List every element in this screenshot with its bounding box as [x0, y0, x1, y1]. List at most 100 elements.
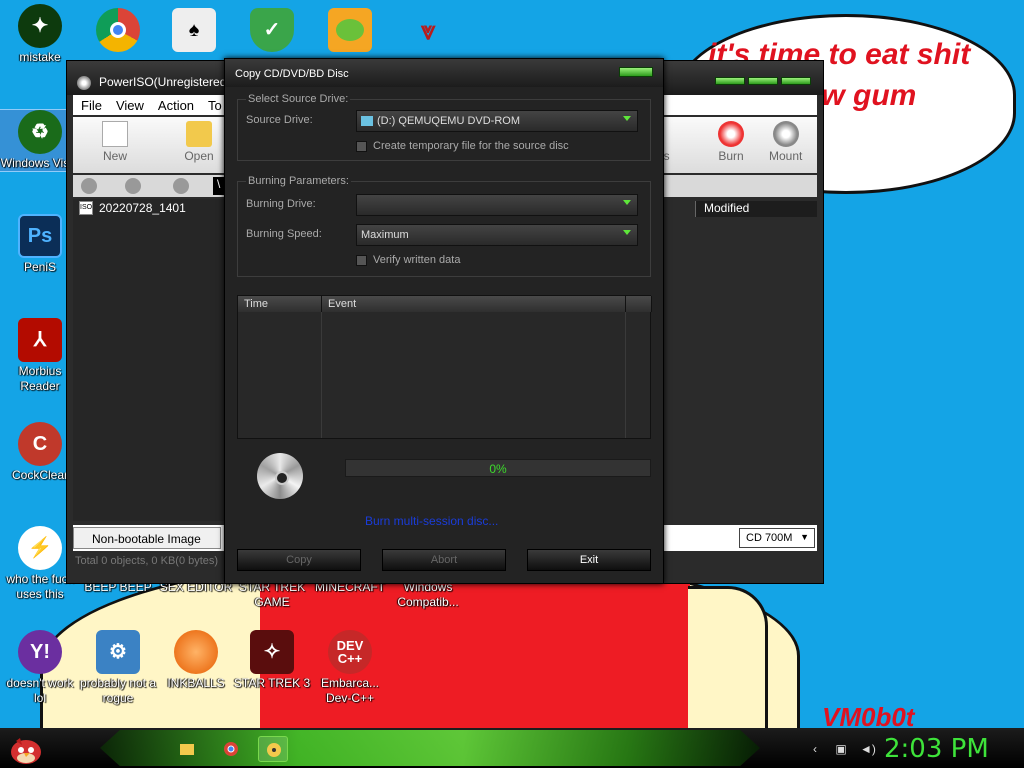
temp-file-label: Create temporary file for the source dis…: [373, 140, 569, 152]
source-group-title: Select Source Drive:: [246, 93, 351, 105]
burn-disc-icon: [718, 121, 744, 147]
capacity-select[interactable]: CD 700M: [739, 528, 815, 548]
abort-button[interactable]: Abort: [382, 549, 506, 571]
taskbar-clock[interactable]: 2:03 PM: [884, 734, 989, 764]
mount-button[interactable]: Mount: [769, 121, 817, 163]
desktop-icon-yahoo[interactable]: Y! doesn't work lol: [0, 630, 80, 706]
verify-checkbox[interactable]: Verify written data: [356, 254, 460, 266]
menu-tools[interactable]: To: [208, 98, 222, 113]
checkbox-box: [356, 254, 367, 266]
mount-label: Mount: [769, 149, 803, 163]
desktop-icon-label: Windows Compatib...: [397, 580, 459, 609]
multisession-link[interactable]: Burn multi-session disc...: [365, 514, 498, 528]
network-icon[interactable]: ▣: [834, 742, 848, 756]
wallpaper-leg: [688, 586, 768, 736]
desktop-icon-label: Morbius Reader: [18, 364, 62, 393]
minimize-button[interactable]: [715, 77, 745, 85]
desktop-icon-label: doesn't work lol: [6, 676, 74, 705]
desktop-icon-label: STAR TREK GAME: [238, 580, 306, 609]
mount-icon: [773, 121, 799, 147]
log-column-event[interactable]: Event: [322, 296, 626, 312]
temp-file-checkbox[interactable]: Create temporary file for the source dis…: [356, 140, 569, 152]
desktop-icon-chrome[interactable]: [78, 8, 158, 54]
poweriso-title: PowerISO(Unregistered c: [99, 75, 236, 89]
taskbar: ‹ ▣ ◄) 2:03 PM: [0, 728, 1024, 768]
desktop-icon-label: INKBALLS: [167, 676, 225, 690]
chevron-down-icon: [623, 116, 631, 121]
menu-view[interactable]: View: [116, 98, 144, 113]
desktop-icon-devcpp[interactable]: DEV C++ Embarca... Dev-C++: [310, 630, 390, 706]
copy-disc-dialog: Copy CD/DVD/BD Disc Select Source Drive:…: [224, 58, 664, 584]
back-icon[interactable]: [81, 178, 97, 194]
chrome-icon: [224, 742, 238, 756]
status-bar: Total 0 objects, 0 KB(0 bytes): [75, 555, 219, 567]
tree-item[interactable]: ISO 20220728_1401: [79, 201, 225, 215]
log-time-column: [238, 312, 322, 438]
new-file-icon: [102, 121, 128, 147]
exit-button[interactable]: Exit: [527, 549, 651, 571]
recycle-bin-icon: ♻: [18, 110, 62, 154]
chevron-down-icon: [623, 230, 631, 235]
forward-icon[interactable]: [125, 178, 141, 194]
photoshop-icon: Ps: [18, 214, 62, 258]
volume-icon[interactable]: ◄): [860, 742, 876, 756]
desktop-icon-star-trek-3[interactable]: ✧ STAR TREK 3: [232, 630, 312, 691]
dialog-close-button[interactable]: [619, 67, 653, 77]
up-folder-icon[interactable]: [173, 178, 189, 194]
system-tray: ‹ ▣ ◄): [808, 742, 876, 756]
desktop-icon-mistake[interactable]: ✦ mistake: [0, 4, 80, 65]
ccleaner-icon: C: [18, 422, 62, 466]
log-column-time[interactable]: Time: [238, 296, 322, 312]
burning-speed-select[interactable]: Maximum: [356, 224, 638, 246]
chevron-down-icon: [623, 200, 631, 205]
taskbar-explorer[interactable]: [172, 736, 202, 762]
new-label: New: [102, 149, 127, 163]
burn-button[interactable]: Burn: [701, 121, 761, 163]
angry-bird-icon: [11, 738, 41, 764]
desktop-icon-label: Embarca... Dev-C++: [320, 676, 380, 705]
desktop-icon-bad-piggies[interactable]: [310, 8, 390, 54]
desktop-icon-solitaire[interactable]: ♠: [154, 8, 234, 54]
desktop-icon-label: mistake: [19, 50, 61, 64]
open-button[interactable]: Open: [169, 121, 229, 163]
burning-drive-select[interactable]: [356, 194, 638, 216]
inkball-icon: [174, 630, 218, 674]
desktop-icon-label: who the fuck uses this: [6, 572, 74, 601]
desktop-icon-windows-compat[interactable]: Windows Compatib...: [388, 580, 468, 610]
source-drive-select[interactable]: (D:) QEMUQEMU DVD-ROM: [356, 110, 638, 132]
start-button[interactable]: [6, 732, 46, 766]
close-button[interactable]: [781, 77, 811, 85]
desktop-icon-star-trek-game[interactable]: STAR TREK GAME: [232, 580, 312, 610]
folder-tree: ISO 20220728_1401: [73, 199, 225, 521]
source-drive-value: (D:) QEMUQEMU DVD-ROM: [377, 115, 520, 127]
dialog-titlebar[interactable]: Copy CD/DVD/BD Disc: [225, 59, 663, 87]
menu-action[interactable]: Action: [158, 98, 194, 113]
desktop-icon-inkballs[interactable]: INKBALLS: [156, 630, 236, 691]
desktop-icon-probably-not-rogue[interactable]: ⚙ probably not a rogue: [78, 630, 158, 706]
desktop-icon-label: CockClear: [11, 468, 68, 482]
poweriso-app-icon: [77, 76, 91, 90]
taskbar-chrome[interactable]: [216, 736, 246, 762]
taskbar-poweriso[interactable]: [258, 736, 288, 762]
burning-speed-label: Burning Speed:: [246, 228, 322, 240]
new-button[interactable]: New: [85, 121, 145, 163]
desktop-icon-label: PeniS: [23, 260, 57, 274]
copy-button[interactable]: Copy: [237, 549, 361, 571]
show-hidden-icon[interactable]: ‹: [808, 742, 822, 756]
source-group: Select Source Drive: Source Drive: (D:) …: [237, 93, 651, 161]
open-label: Open: [184, 149, 214, 163]
copy-progress-bar: 0%: [345, 459, 651, 477]
desktop-icon-starfleet[interactable]: ⩔: [388, 8, 468, 54]
verify-label: Verify written data: [373, 254, 461, 266]
menu-file[interactable]: File: [81, 98, 102, 113]
gears-icon: ⚙: [96, 630, 140, 674]
desktop-icon-security[interactable]: ✓: [232, 8, 312, 54]
desktop-icon-label: probably not a rogue: [79, 676, 157, 705]
maximize-button[interactable]: [748, 77, 778, 85]
pdf-reader-icon: ⅄: [18, 318, 62, 362]
mistake-icon: ✦: [18, 4, 62, 48]
column-header-modified[interactable]: Modified: [695, 201, 817, 217]
image-type-button[interactable]: Non-bootable Image: [73, 527, 221, 549]
cd-disc-icon: [257, 453, 303, 499]
lightning-icon: ⚡: [18, 526, 62, 570]
